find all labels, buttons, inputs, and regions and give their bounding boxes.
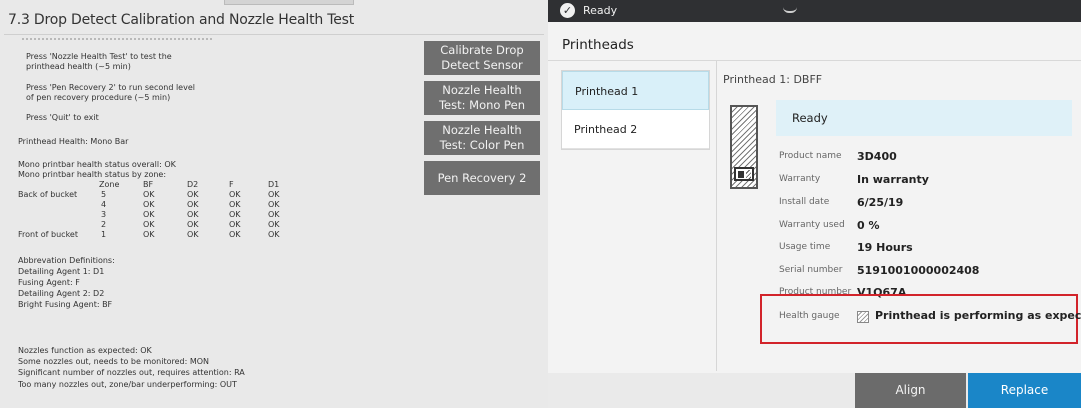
tab-printhead-1[interactable]: Printhead 1	[562, 71, 709, 110]
status-cell: OK	[143, 200, 155, 209]
printhead-header: Printhead 1: DBFF	[723, 73, 823, 86]
status-cell: OK	[229, 230, 241, 239]
col-header-zone: Zone	[99, 180, 120, 189]
ready-status-box: Ready	[776, 100, 1072, 136]
status-cell: OK	[229, 190, 241, 199]
title-divider	[4, 34, 544, 35]
detail-value: 3D400	[857, 150, 897, 163]
detail-value: 5191001000002408	[857, 264, 980, 277]
detail-value: 19 Hours	[857, 241, 913, 254]
detail-label: Warranty used	[779, 220, 845, 230]
abbrev-title: Abbrevation Definitions:	[18, 256, 115, 265]
clipped-text-line	[22, 38, 212, 41]
legend-item: Too many nozzles out, zone/bar underperf…	[18, 380, 237, 389]
panel-divider	[716, 61, 717, 371]
nozzle-health-color-button[interactable]: Nozzle Health Test: Color Pen	[424, 121, 540, 155]
status-text: Ready	[583, 4, 618, 17]
abbrev-item: Fusing Agent: F	[18, 278, 80, 287]
status-cell: OK	[187, 190, 199, 199]
title-divider	[548, 60, 1081, 61]
check-icon: ✓	[560, 3, 575, 18]
legend-item: Nozzles function as expected: OK	[18, 346, 152, 355]
top-strip	[224, 0, 354, 5]
col-header-d2: D2	[187, 180, 199, 189]
pen-recovery-button[interactable]: Pen Recovery 2	[424, 161, 540, 195]
abbrev-item: Detailing Agent 1: D1	[18, 267, 105, 276]
replace-button[interactable]: Replace	[968, 373, 1081, 408]
pull-down-handle-icon[interactable]	[783, 7, 797, 13]
status-cell: OK	[187, 210, 199, 219]
status-cell: OK	[143, 190, 155, 199]
overall-status: Mono printbar health status overall: OK	[18, 160, 176, 169]
detail-label: Product name	[779, 151, 842, 161]
status-cell: OK	[268, 200, 280, 209]
button-label: Nozzle Health	[442, 83, 522, 97]
col-header-d1: D1	[268, 180, 280, 189]
zone-cell: 5	[101, 190, 107, 199]
button-label: Test: Mono Pen	[438, 98, 525, 112]
status-cell: OK	[143, 230, 155, 239]
calibration-panel: 7.3 Drop Detect Calibration and Nozzle H…	[0, 0, 548, 408]
status-cell: OK	[229, 220, 241, 229]
abbrev-item: Bright Fusing Agent: BF	[18, 300, 113, 309]
detail-label: Warranty	[779, 174, 821, 184]
button-label: Test: Color Pen	[439, 138, 525, 152]
health-gauge-icon	[857, 311, 869, 323]
instruction-line: of pen recovery procedure (~5 min)	[26, 93, 171, 102]
status-cell: OK	[187, 220, 199, 229]
status-cell: OK	[229, 210, 241, 219]
health-gauge-value: Printhead is performing as expected.	[875, 309, 1081, 322]
button-label: Pen Recovery 2	[437, 170, 527, 185]
tab-printhead-2[interactable]: Printhead 2	[562, 110, 709, 149]
align-button[interactable]: Align	[855, 373, 966, 408]
instruction-line: Press 'Quit' to exit	[26, 113, 99, 122]
status-cell: OK	[268, 220, 280, 229]
status-cell: OK	[143, 220, 155, 229]
detail-label: Usage time	[779, 242, 831, 252]
button-label: Detect Sensor	[441, 58, 523, 72]
detail-value: 0 %	[857, 219, 880, 232]
detail-value: In warranty	[857, 173, 929, 186]
cartridge-window	[734, 167, 754, 181]
status-cell: OK	[229, 200, 241, 209]
health-header: Printhead Health: Mono Bar	[18, 137, 129, 146]
printhead-cartridge-icon	[730, 105, 758, 189]
row-label: Front of bucket	[18, 230, 78, 239]
printheads-panel: ✓ Ready Printheads Printhead 1 Printhead…	[548, 0, 1081, 408]
instruction-line: Press 'Pen Recovery 2' to run second lev…	[26, 83, 195, 92]
col-header-f: F	[229, 180, 234, 189]
instruction-line: printhead health (~5 min)	[26, 62, 131, 71]
zone-cell: 4	[101, 200, 107, 209]
col-header-bf: BF	[143, 180, 154, 189]
detail-value: 6/25/19	[857, 196, 904, 209]
health-gauge-label: Health gauge	[779, 311, 840, 321]
zone-cell: 3	[101, 210, 107, 219]
legend-item: Significant number of nozzles out, requi…	[18, 368, 245, 377]
abbrev-item: Detailing Agent 2: D2	[18, 289, 105, 298]
status-cell: OK	[187, 230, 199, 239]
status-cell: OK	[268, 210, 280, 219]
row-label: Back of bucket	[18, 190, 78, 199]
zone-status-title: Mono printbar health status by zone:	[18, 170, 167, 179]
detail-label: Install date	[779, 197, 830, 207]
zone-cell: 1	[101, 230, 107, 239]
button-label: Calibrate Drop	[440, 43, 524, 57]
nozzle-health-mono-button[interactable]: Nozzle Health Test: Mono Pen	[424, 81, 540, 115]
page-title: 7.3 Drop Detect Calibration and Nozzle H…	[8, 12, 355, 28]
legend-item: Some nozzles out, needs to be monitored:…	[18, 357, 210, 366]
status-cell: OK	[143, 210, 155, 219]
zone-cell: 2	[101, 220, 107, 229]
status-cell: OK	[268, 230, 280, 239]
page-title: Printheads	[562, 37, 634, 53]
status-bar: ✓ Ready	[548, 0, 1081, 22]
status-cell: OK	[268, 190, 280, 199]
button-label: Nozzle Health	[442, 123, 522, 137]
printhead-tab-list: Printhead 1 Printhead 2	[561, 70, 710, 150]
status-cell: OK	[187, 200, 199, 209]
calibrate-drop-detect-button[interactable]: Calibrate Drop Detect Sensor	[424, 41, 540, 75]
instruction-line: Press 'Nozzle Health Test' to test the	[26, 52, 172, 61]
detail-label: Serial number	[779, 265, 843, 275]
